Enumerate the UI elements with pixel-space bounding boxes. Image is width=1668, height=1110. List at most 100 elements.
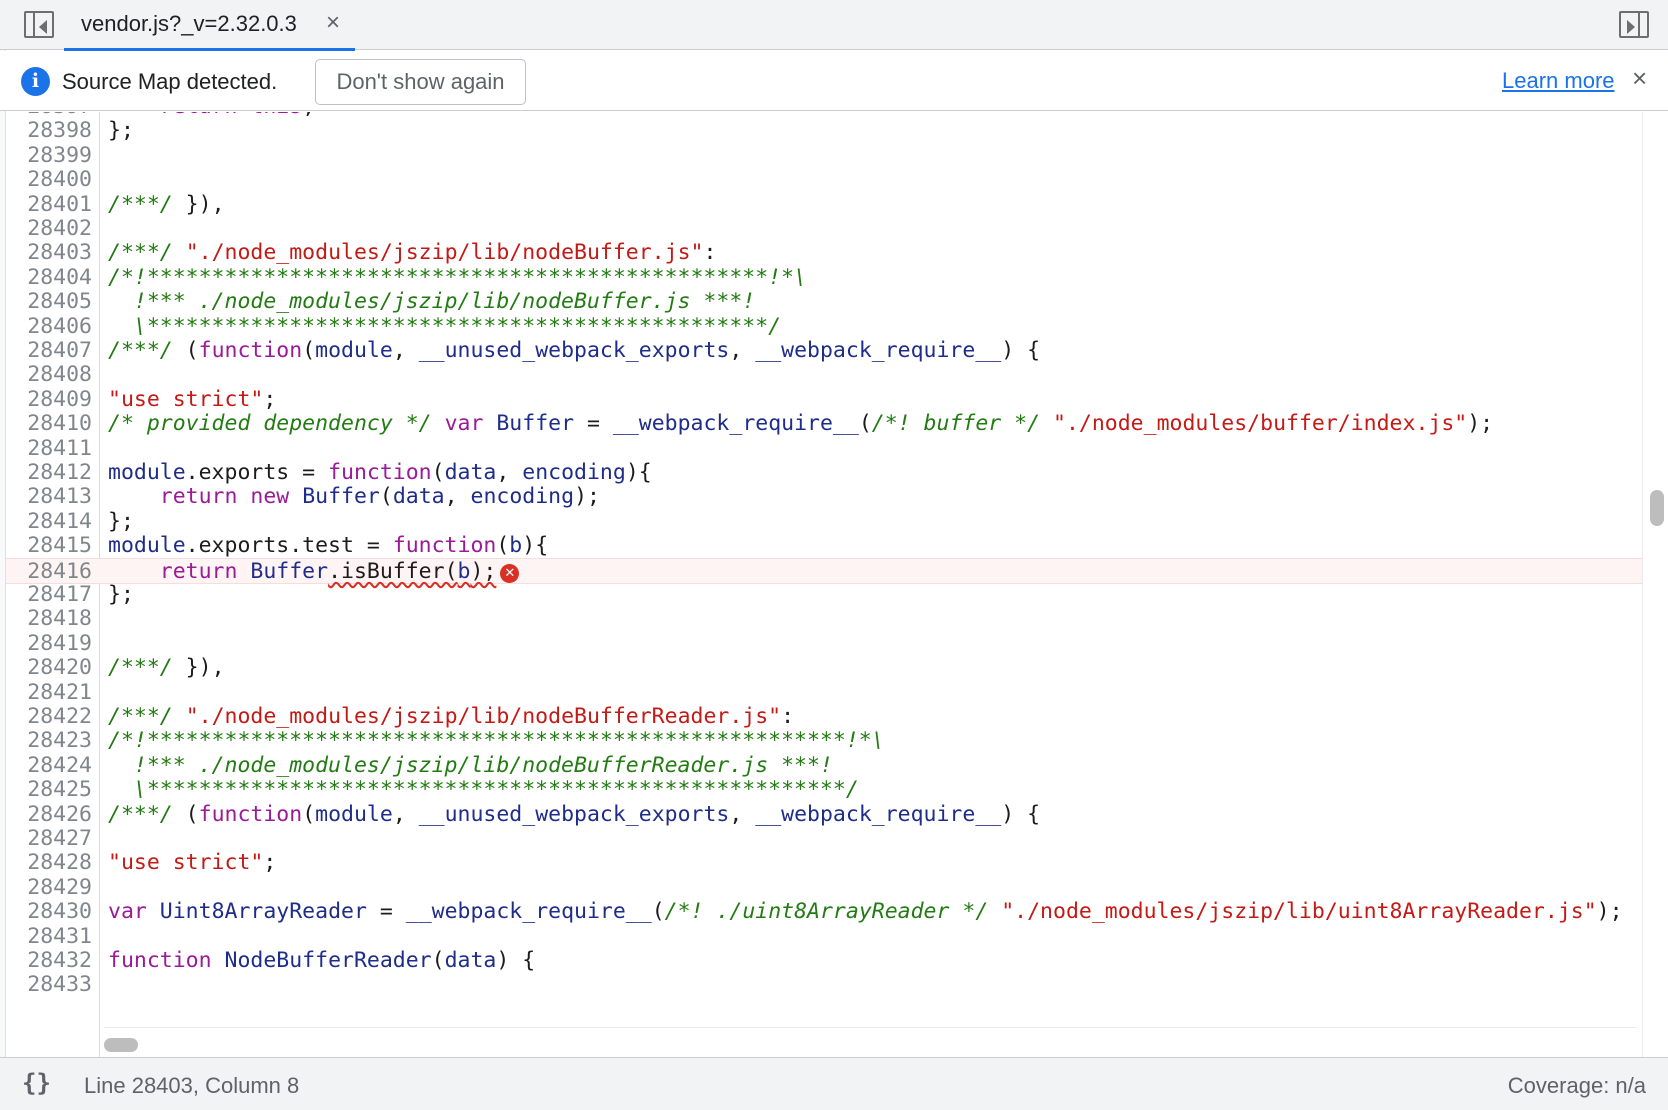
line-number[interactable]: 28415 [6,533,92,559]
code-line[interactable]: 28400 [6,167,1642,193]
line-number[interactable]: 28409 [6,387,92,413]
dont-show-again-button[interactable]: Don't show again [315,59,526,105]
line-number[interactable]: 28421 [6,680,92,706]
line-number[interactable]: 28412 [6,460,92,486]
line-number[interactable]: 28399 [6,143,92,169]
line-number[interactable]: 28403 [6,240,92,266]
toggle-navigator-icon[interactable] [24,11,54,38]
code-line[interactable]: 28404 /*!********************************… [6,265,1642,291]
code-line[interactable]: 28428 "use strict"; [6,850,1642,876]
code-line[interactable]: 28423 /*!********************************… [6,728,1642,754]
line-source: module.exports = function(data, encoding… [108,460,652,486]
vertical-scrollbar-thumb[interactable] [1650,490,1664,526]
line-number[interactable]: 28433 [6,972,92,998]
code-line[interactable]: 28422 /***/ "./node_modules/jszip/lib/nod… [6,704,1642,730]
line-source: }; [108,509,134,535]
line-number[interactable]: 28423 [6,728,92,754]
line-number[interactable]: 28418 [6,606,92,632]
code-line[interactable]: 28433 [6,972,1642,998]
code-token: ) { [496,948,536,973]
line-source: \***************************************… [108,314,781,340]
code-token: "./node_modules/jszip/lib/nodeBufferRead… [185,704,782,729]
tab-vendor-js[interactable]: vendor.js?_v=2.32.0.3 × [64,0,355,51]
code-line[interactable]: 28431 [6,924,1642,950]
code-token: __unused_webpack_exports [418,338,730,363]
line-number[interactable]: 28432 [6,948,92,974]
line-number[interactable]: 28410 [6,411,92,437]
line-number[interactable]: 28428 [6,850,92,876]
code-line[interactable]: 28417}; [6,582,1642,608]
line-number[interactable]: 28406 [6,314,92,340]
code-line[interactable]: 28399 [6,143,1642,169]
code-line[interactable]: 28402 [6,216,1642,242]
line-number[interactable]: 28430 [6,899,92,925]
code-line[interactable]: 28418 [6,606,1642,632]
line-number[interactable]: 28417 [6,582,92,608]
line-number[interactable]: 28424 [6,753,92,779]
code-line[interactable]: 28412 module.exports = function(data, enc… [6,460,1642,486]
line-number[interactable]: 28407 [6,338,92,364]
code-line[interactable]: 28411 [6,436,1642,462]
code-token: function [328,460,432,485]
error-line[interactable]: 28416 return Buffer.isBuffer(b); ✕ [6,557,1642,585]
code-line[interactable]: 28409 "use strict"; [6,387,1642,413]
code-line[interactable]: 28405 !*** ./node_modules/jszip/lib/node… [6,289,1642,315]
line-number[interactable]: 28408 [6,362,92,388]
line-number[interactable]: 28400 [6,167,92,193]
code-line[interactable]: 28426/***/ (function(module, __unused_we… [6,802,1642,828]
error-icon[interactable]: ✕ [500,563,520,583]
close-icon[interactable]: × [326,9,340,37]
toggle-debugger-icon[interactable] [1619,11,1649,38]
code-line[interactable]: 28420 /***/ }), [6,655,1642,681]
line-number[interactable]: 28427 [6,826,92,852]
code-line[interactable]: 28419 [6,631,1642,657]
pretty-print-button[interactable]: {} [22,1069,51,1097]
line-number[interactable]: 28413 [6,484,92,510]
code-line[interactable]: 28410 /* provided dependency */ var Buffe… [6,411,1642,437]
code-line[interactable]: 28403 /***/ "./node_modules/jszip/lib/nod… [6,240,1642,266]
learn-more-link[interactable]: Learn more [1502,68,1615,94]
line-number[interactable]: 28420 [6,655,92,681]
code-line[interactable]: 28425 \*********************************… [6,777,1642,803]
code-token: "./node_modules/buffer/index.js" [1053,411,1468,437]
code-line[interactable]: 28413 return new Buffer(data, encoding); [6,484,1642,510]
code-line[interactable]: 28414}; [6,509,1642,535]
line-number[interactable]: 28425 [6,777,92,803]
line-number[interactable]: 28402 [6,216,92,242]
line-number[interactable]: 28429 [6,875,92,901]
horizontal-scrollbar-thumb[interactable] [104,1038,138,1052]
line-number[interactable]: 28411 [6,436,92,462]
code-line[interactable]: 28421 [6,680,1642,706]
line-number[interactable]: 28404 [6,265,92,291]
code-line[interactable]: 28427 [6,826,1642,852]
line-source: /*!*************************************… [108,728,885,754]
vertical-scroll-track[interactable] [1642,112,1668,1057]
line-number[interactable]: 28416 [6,559,92,585]
line-number[interactable]: 28405 [6,289,92,315]
code-token: /*! buffer */ [871,411,1041,437]
line-number[interactable]: 28414 [6,509,92,535]
code-token: ){ [625,460,652,485]
code-token: ); [1596,899,1623,925]
code-line[interactable]: 28430 var Uint8ArrayReader = __webpack_re… [6,899,1642,925]
code-editor[interactable]: 28397 return this;28398};283992840028401… [6,112,1642,1057]
code-line[interactable]: 28432 function NodeBufferReader(data) { [6,948,1642,974]
code-line[interactable]: 28401 /***/ }), [6,192,1642,218]
code-line[interactable]: 28398}; [6,118,1642,144]
line-number[interactable]: 28431 [6,924,92,950]
line-number[interactable]: 28422 [6,704,92,730]
close-icon[interactable]: × [1632,63,1647,94]
code-line[interactable]: 28408 [6,362,1642,388]
line-number[interactable]: 28398 [6,118,92,144]
code-line[interactable]: 28406 \*********************************… [6,314,1642,340]
code-line[interactable]: 28429 [6,875,1642,901]
code-line[interactable]: 28407/***/ (function(module, __unused_we… [6,338,1642,364]
code-token: "./node_modules/jszip/lib/nodeBuffer.js" [185,240,704,266]
line-number[interactable]: 28419 [6,631,92,657]
code-token: b [457,558,471,584]
line-number[interactable]: 28401 [6,192,92,218]
code-line[interactable]: 28415 module.exports.test = function(b){ [6,533,1642,559]
line-number[interactable]: 28426 [6,802,92,828]
code-line[interactable]: 28424 !*** ./node_modules/jszip/lib/node… [6,753,1642,779]
